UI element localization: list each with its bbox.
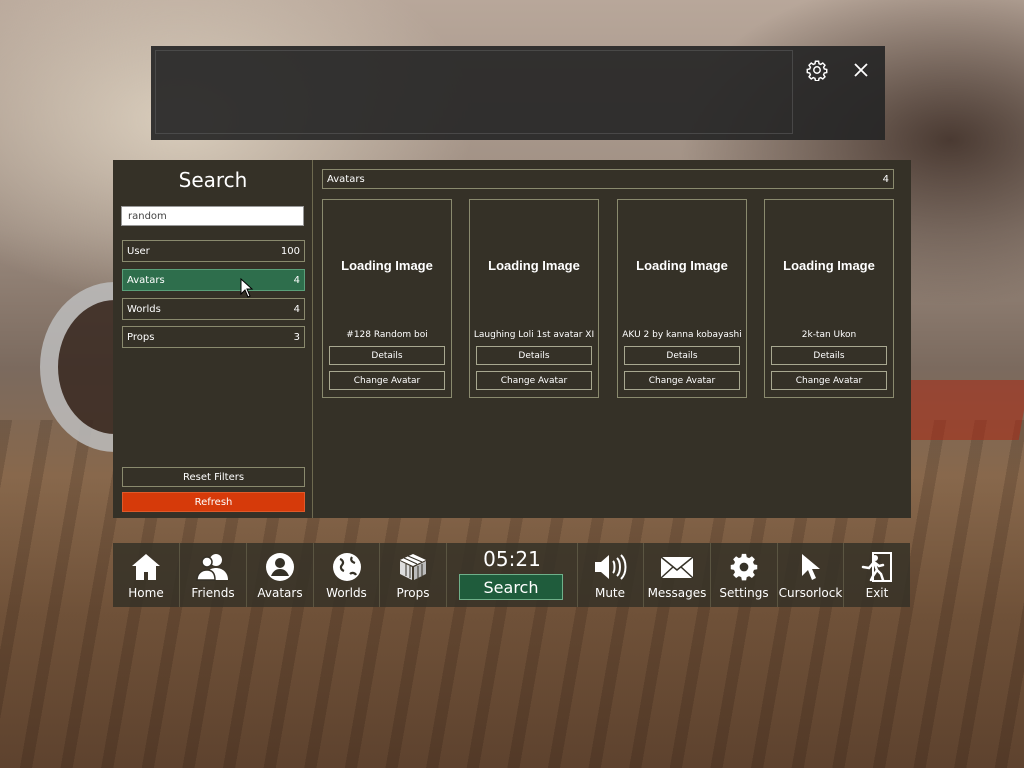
- category-count: 3: [293, 331, 300, 343]
- loading-image: Loading Image: [488, 258, 580, 273]
- details-button[interactable]: Details: [771, 346, 887, 365]
- change-avatar-button[interactable]: Change Avatar: [476, 371, 592, 390]
- details-button[interactable]: Details: [329, 346, 445, 365]
- toolbar-label: Exit: [865, 586, 889, 600]
- toolbar-label: Messages: [647, 586, 707, 600]
- category-avatars[interactable]: Avatars 4: [122, 269, 305, 291]
- gear-icon: [730, 553, 758, 581]
- close-icon[interactable]: [850, 59, 872, 81]
- clock: 05:21: [483, 547, 541, 571]
- search-panel: Search User 100 Avatars 4 Worlds 4 Props…: [113, 160, 911, 518]
- search-sidebar: Search User 100 Avatars 4 Worlds 4 Props…: [113, 160, 313, 518]
- results-header-label: Avatars: [327, 173, 365, 185]
- category-props[interactable]: Props 3: [122, 326, 305, 348]
- category-label: Worlds: [127, 303, 161, 315]
- toolbar-search-button[interactable]: Search: [459, 574, 563, 600]
- info-bar-content: [155, 50, 793, 134]
- toolbar-props-button[interactable]: Props: [380, 543, 447, 607]
- category-label: User: [127, 245, 150, 257]
- category-label: Avatars: [127, 274, 165, 286]
- toolbar-label: Home: [128, 586, 164, 600]
- gear-icon[interactable]: [806, 59, 828, 82]
- envelope-icon: [660, 556, 694, 579]
- toolbar-exit-button[interactable]: Exit: [844, 543, 910, 607]
- avatar-name: Laughing Loli 1st avatar XI: [473, 330, 595, 340]
- toolbar-label: Worlds: [326, 586, 367, 600]
- results-header-count: 4: [882, 173, 889, 185]
- results-header: Avatars 4: [322, 169, 894, 189]
- category-user[interactable]: User 100: [122, 240, 305, 262]
- toolbar-label: Mute: [594, 586, 626, 600]
- category-label: Props: [127, 331, 155, 343]
- toolbar-avatars-button[interactable]: Avatars: [247, 543, 314, 607]
- toolbar-cursorlock-button[interactable]: Cursorlock: [778, 543, 844, 607]
- friends-icon: [196, 554, 228, 581]
- toolbar-label: Friends: [191, 586, 235, 600]
- clock-cell: 05:21 Search: [447, 543, 578, 607]
- cube-icon: [400, 554, 426, 580]
- category-count: 4: [293, 303, 300, 315]
- loading-image: Loading Image: [341, 258, 433, 273]
- loading-image: Loading Image: [783, 258, 875, 273]
- toolbar-worlds-button[interactable]: Worlds: [314, 543, 380, 607]
- change-avatar-button[interactable]: Change Avatar: [329, 371, 445, 390]
- toolbar-messages-button[interactable]: Messages: [644, 543, 711, 607]
- details-button[interactable]: Details: [624, 346, 740, 365]
- search-title: Search: [178, 168, 248, 192]
- toolbar-label: Avatars: [257, 586, 303, 600]
- toolbar-label: Props: [396, 586, 430, 600]
- mouse-cursor-icon: [240, 277, 254, 302]
- toolbar-label: Settings: [719, 586, 769, 600]
- toolbar-home-button[interactable]: Home: [113, 543, 180, 607]
- change-avatar-button[interactable]: Change Avatar: [624, 371, 740, 390]
- change-avatar-button[interactable]: Change Avatar: [771, 371, 887, 390]
- avatar-card: Loading Image Laughing Loli 1st avatar X…: [469, 199, 599, 398]
- results-area: Avatars 4 Loading Image #128 Random boi …: [314, 160, 911, 518]
- main-toolbar: Home Friends Avatars Worlds Props 05:21 …: [113, 543, 910, 607]
- avatar-card: Loading Image #128 Random boi Details Ch…: [322, 199, 452, 398]
- toolbar-label: Cursorlock: [778, 586, 843, 600]
- info-bar: [151, 46, 885, 140]
- avatar-icon: [266, 553, 294, 581]
- refresh-button[interactable]: Refresh: [122, 492, 305, 512]
- avatar-card: Loading Image 2k-tan Ukon Details Change…: [764, 199, 894, 398]
- exit-icon: [861, 552, 892, 582]
- loading-image: Loading Image: [636, 258, 728, 273]
- reset-filters-button[interactable]: Reset Filters: [122, 467, 305, 487]
- avatar-card: Loading Image AKU 2 by kanna kobayashi D…: [617, 199, 747, 398]
- home-icon: [132, 554, 160, 580]
- avatar-name: #128 Random boi: [346, 330, 428, 340]
- category-count: 4: [293, 274, 300, 286]
- toolbar-mute-button[interactable]: Mute: [577, 543, 644, 607]
- search-input[interactable]: [121, 206, 304, 226]
- category-count: 100: [280, 245, 300, 257]
- avatar-name: AKU 2 by kanna kobayashi: [622, 330, 742, 340]
- details-button[interactable]: Details: [476, 346, 592, 365]
- toolbar-friends-button[interactable]: Friends: [180, 543, 247, 607]
- category-worlds[interactable]: Worlds 4: [122, 298, 305, 320]
- toolbar-settings-button[interactable]: Settings: [711, 543, 778, 607]
- cursor-icon: [801, 554, 820, 580]
- avatar-name: 2k-tan Ukon: [801, 330, 857, 340]
- globe-icon: [332, 553, 361, 581]
- speaker-icon: [595, 554, 627, 580]
